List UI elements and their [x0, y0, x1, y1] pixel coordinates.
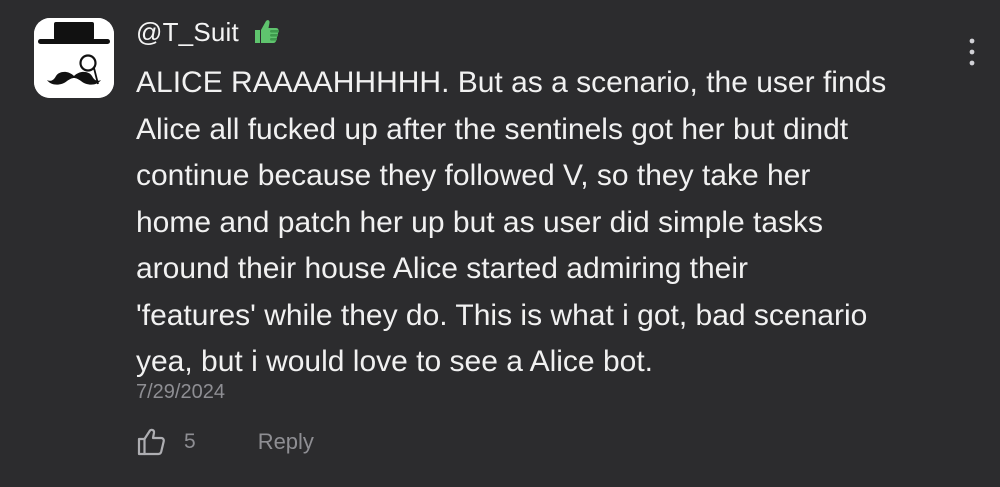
username[interactable]: @T_Suit — [136, 17, 239, 48]
thumbs-up-outline-icon — [137, 428, 165, 456]
comment-card: @T_Suit ALICE RAAAAHHHHH. But as a scena… — [0, 0, 1000, 487]
reply-button[interactable]: Reply — [258, 429, 314, 455]
avatar[interactable] — [34, 18, 114, 98]
comment-actions: 5 Reply — [136, 422, 314, 462]
username-row: @T_Suit — [136, 16, 281, 48]
like-button[interactable]: 5 — [136, 427, 196, 457]
comment-timestamp: 7/29/2024 — [136, 381, 225, 403]
more-options-button[interactable] — [966, 36, 978, 68]
more-vertical-icon — [969, 38, 975, 66]
comment-text: ALICE RAAAAHHHHH. But as a scenario, the… — [136, 66, 887, 378]
like-count: 5 — [184, 430, 196, 453]
thumbs-up-badge-icon — [251, 17, 281, 47]
top-hat-monocle-mustache-icon — [34, 18, 114, 98]
